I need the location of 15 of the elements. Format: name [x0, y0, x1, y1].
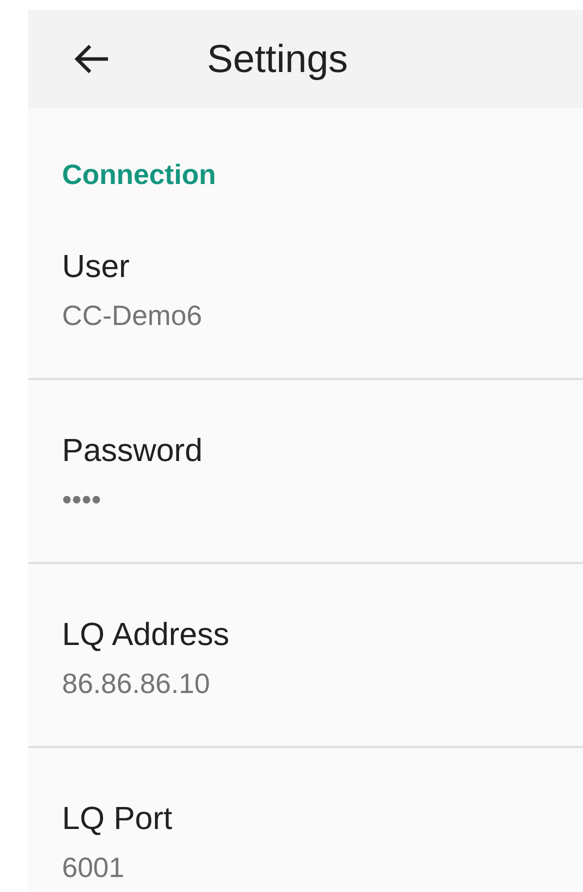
preference-item[interactable]: LQ Address 86.86.86.10 — [28, 564, 583, 748]
preference-item[interactable]: Password •••• — [28, 380, 583, 564]
preference-item[interactable]: User CC-Demo6 — [28, 196, 583, 380]
preference-title: LQ Address — [62, 615, 230, 654]
preference-title: User — [62, 247, 130, 286]
preference-title: LQ Port — [62, 799, 172, 838]
preference-item[interactable]: LQ Port 6001 — [28, 748, 583, 892]
preference-summary: CC-Demo6 — [62, 299, 202, 333]
preference-summary: •••• — [62, 483, 102, 517]
preference-title: Password — [62, 431, 202, 470]
back-arrow-icon — [74, 43, 110, 75]
section-header: Connection — [62, 158, 216, 192]
preference-summary: 86.86.86.10 — [62, 667, 210, 701]
preference-summary: 6001 — [62, 851, 124, 885]
screen-title: Settings — [207, 40, 348, 78]
